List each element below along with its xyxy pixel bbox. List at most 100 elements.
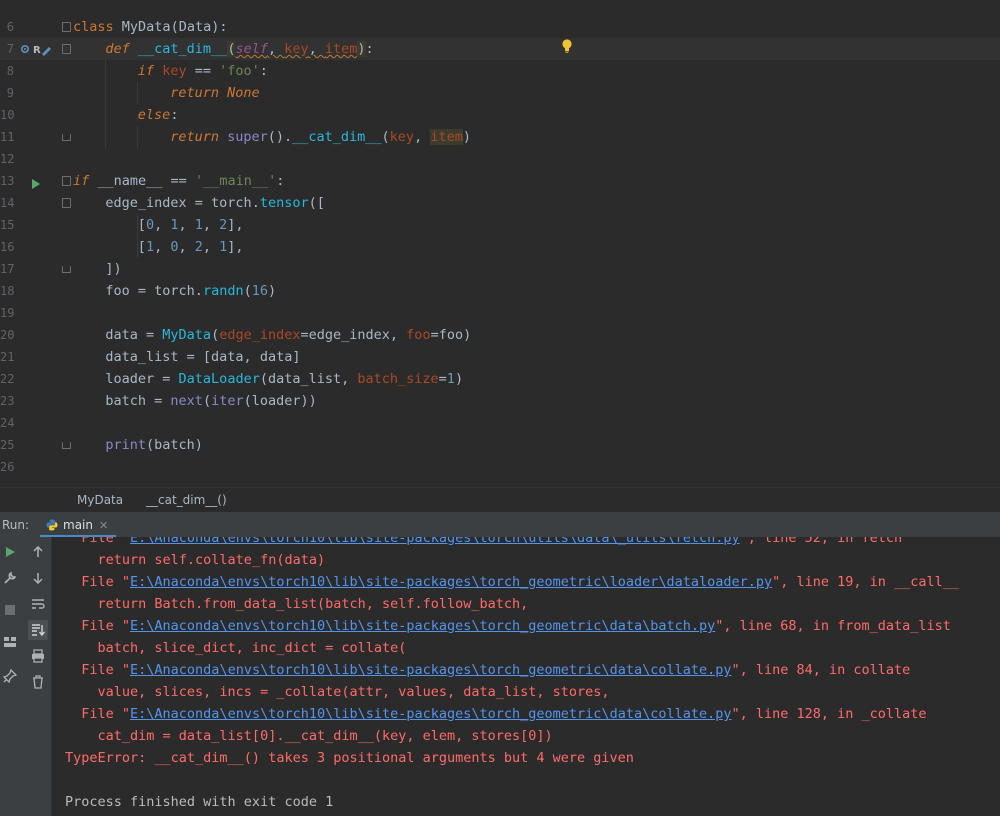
run-gutter-icon[interactable]: [31, 175, 41, 189]
code-token: =foo): [430, 327, 472, 343]
fold-end-marker-icon[interactable]: [62, 266, 71, 273]
line-number: 17: [0, 262, 15, 276]
code-text: ]): [105, 258, 121, 280]
fold-marker-icon[interactable]: [62, 198, 71, 208]
code-token: =edge_index,: [300, 327, 407, 343]
code-token: ): [267, 283, 277, 299]
code-token: (: [381, 129, 390, 145]
code-line[interactable]: 24: [0, 412, 1000, 434]
traceback-file-link[interactable]: E:\Anaconda\envs\torch10\lib\site-packag…: [130, 574, 772, 590]
code-token: 1: [145, 239, 155, 255]
code-token: :: [259, 63, 268, 79]
console-line: File "E:\Anaconda\envs\torch10\lib\site-…: [65, 571, 959, 593]
wrench-icon[interactable]: [1, 569, 19, 587]
up-arrow-icon[interactable]: [29, 543, 47, 561]
layout-icon[interactable]: [1, 633, 19, 651]
code-line[interactable]: 26: [0, 456, 1000, 478]
soft-wrap-icon[interactable]: [29, 595, 47, 613]
code-token: (: [211, 327, 220, 343]
code-line[interactable]: 21 data_list = [data, data]: [0, 346, 1000, 368]
breadcrumb-class[interactable]: MyData: [77, 493, 123, 507]
fold-marker-icon[interactable]: [62, 22, 71, 32]
override-icon[interactable]: R: [19, 38, 53, 60]
code-token: item: [430, 129, 463, 145]
console-text: File ": [65, 537, 131, 546]
code-line[interactable]: 17]): [0, 258, 1000, 280]
code-text: if key == 'foo':: [138, 60, 268, 82]
fold-marker-icon[interactable]: [62, 176, 71, 186]
trash-icon[interactable]: [29, 673, 47, 691]
indent-guide: [137, 82, 138, 104]
code-text: data = MyData(edge_index=edge_index, foo…: [105, 324, 471, 346]
code-line[interactable]: 14 edge_index = torch.tensor([: [0, 192, 1000, 214]
code-token: self: [235, 41, 268, 57]
code-line[interactable]: 25 print(batch): [0, 434, 1000, 456]
rerun-icon[interactable]: [1, 543, 19, 561]
code-text: else:: [138, 104, 179, 126]
code-line[interactable]: 8 if key == 'foo':: [0, 60, 1000, 82]
console-text: File ": [65, 662, 131, 678]
code-token: (data_list,: [259, 371, 358, 387]
code-text: batch = next(iter(loader)): [105, 390, 316, 412]
console-text: ", line 68, in from_data_list: [715, 618, 951, 634]
console-line: File "E:\Anaconda\envs\torch10\lib\site-…: [65, 615, 951, 637]
scroll-to-end-icon[interactable]: [28, 620, 48, 640]
traceback-file-link[interactable]: E:\Anaconda\envs\torch10\lib\site-packag…: [130, 662, 731, 678]
print-icon[interactable]: [29, 647, 47, 665]
code-token: loader =: [105, 371, 179, 387]
code-token: DataLoader: [178, 371, 260, 387]
code-line[interactable]: 9 return None: [0, 82, 1000, 104]
code-line[interactable]: 13 if __name__ == '__main__':: [0, 170, 1000, 192]
code-line[interactable]: 12: [0, 148, 1000, 170]
code-token: :: [276, 173, 285, 189]
code-line[interactable]: 19: [0, 302, 1000, 324]
run-console[interactable]: File "E:\Anaconda\envs\torch10\lib\site-…: [52, 537, 1000, 816]
line-number: 25: [0, 438, 15, 452]
traceback-file-link[interactable]: E:\Anaconda\envs\torch10\lib\site-packag…: [130, 618, 715, 634]
code-token: (: [243, 283, 252, 299]
code-line[interactable]: 20 data = MyData(edge_index=edge_index, f…: [0, 324, 1000, 346]
console-text: ", line 52, in fetch: [739, 537, 903, 546]
code-editor[interactable]: 6 class MyData(Data): 7 Rdef __cat_dim__(se…: [0, 0, 1000, 487]
code-line[interactable]: 16 [1, 0, 2, 1],: [0, 236, 1000, 258]
code-token: ,: [308, 41, 325, 57]
breadcrumb-method[interactable]: __cat_dim__(): [146, 493, 227, 507]
code-line[interactable]: 22 loader = DataLoader(data_list, batch_s…: [0, 368, 1000, 390]
run-label: Run:: [2, 518, 30, 532]
console-text: TypeError: __cat_dim__() takes 3 positio…: [65, 750, 634, 766]
code-line[interactable]: 15 [0, 1, 1, 2],: [0, 214, 1000, 236]
down-arrow-icon[interactable]: [29, 569, 47, 587]
code-line[interactable]: 18 foo = torch.randn(16): [0, 280, 1000, 302]
gutter-markers[interactable]: R: [19, 38, 55, 60]
code-token: edge_index: [219, 327, 301, 343]
code-line[interactable]: 11 return super().__cat_dim__(key, item): [0, 126, 1000, 148]
run-tab-label: main: [63, 518, 93, 532]
console-line: File "E:\Anaconda\envs\torch10\lib\site-…: [65, 703, 926, 725]
console-text: File ": [65, 706, 131, 722]
code-token: 1: [446, 371, 455, 387]
pin-icon[interactable]: [1, 667, 19, 685]
traceback-file-link[interactable]: E:\Anaconda\envs\torch10\lib\site-packag…: [130, 706, 731, 722]
code-token: item: [324, 41, 358, 57]
code-line[interactable]: 23 batch = next(iter(loader)): [0, 390, 1000, 412]
code-token: 2: [194, 239, 203, 255]
line-number: 22: [0, 372, 15, 386]
code-line[interactable]: 10 else:: [0, 104, 1000, 126]
code-token: ==: [194, 63, 220, 79]
code-token: super: [227, 129, 268, 145]
code-token: '__main__': [194, 173, 277, 189]
fold-end-marker-icon[interactable]: [62, 134, 71, 141]
code-token: ,: [154, 239, 171, 255]
run-tab-main[interactable]: main ✕: [40, 512, 117, 538]
traceback-file-link[interactable]: E:\Anaconda\envs\torch10\lib\site-packag…: [130, 537, 740, 546]
code-token: [: [137, 217, 146, 233]
intention-bulb-icon[interactable]: [561, 38, 573, 54]
close-tab-icon[interactable]: ✕: [99, 519, 108, 532]
fold-marker-icon[interactable]: [62, 44, 71, 54]
stop-icon[interactable]: [1, 601, 19, 619]
fold-end-marker-icon[interactable]: [62, 442, 71, 449]
line-number: 21: [0, 350, 15, 364]
code-token: foo = torch.: [105, 283, 203, 299]
code-line[interactable]: 6 class MyData(Data):: [0, 16, 1000, 38]
code-line[interactable]: 7 Rdef __cat_dim__(self, key, item):: [0, 38, 1000, 60]
